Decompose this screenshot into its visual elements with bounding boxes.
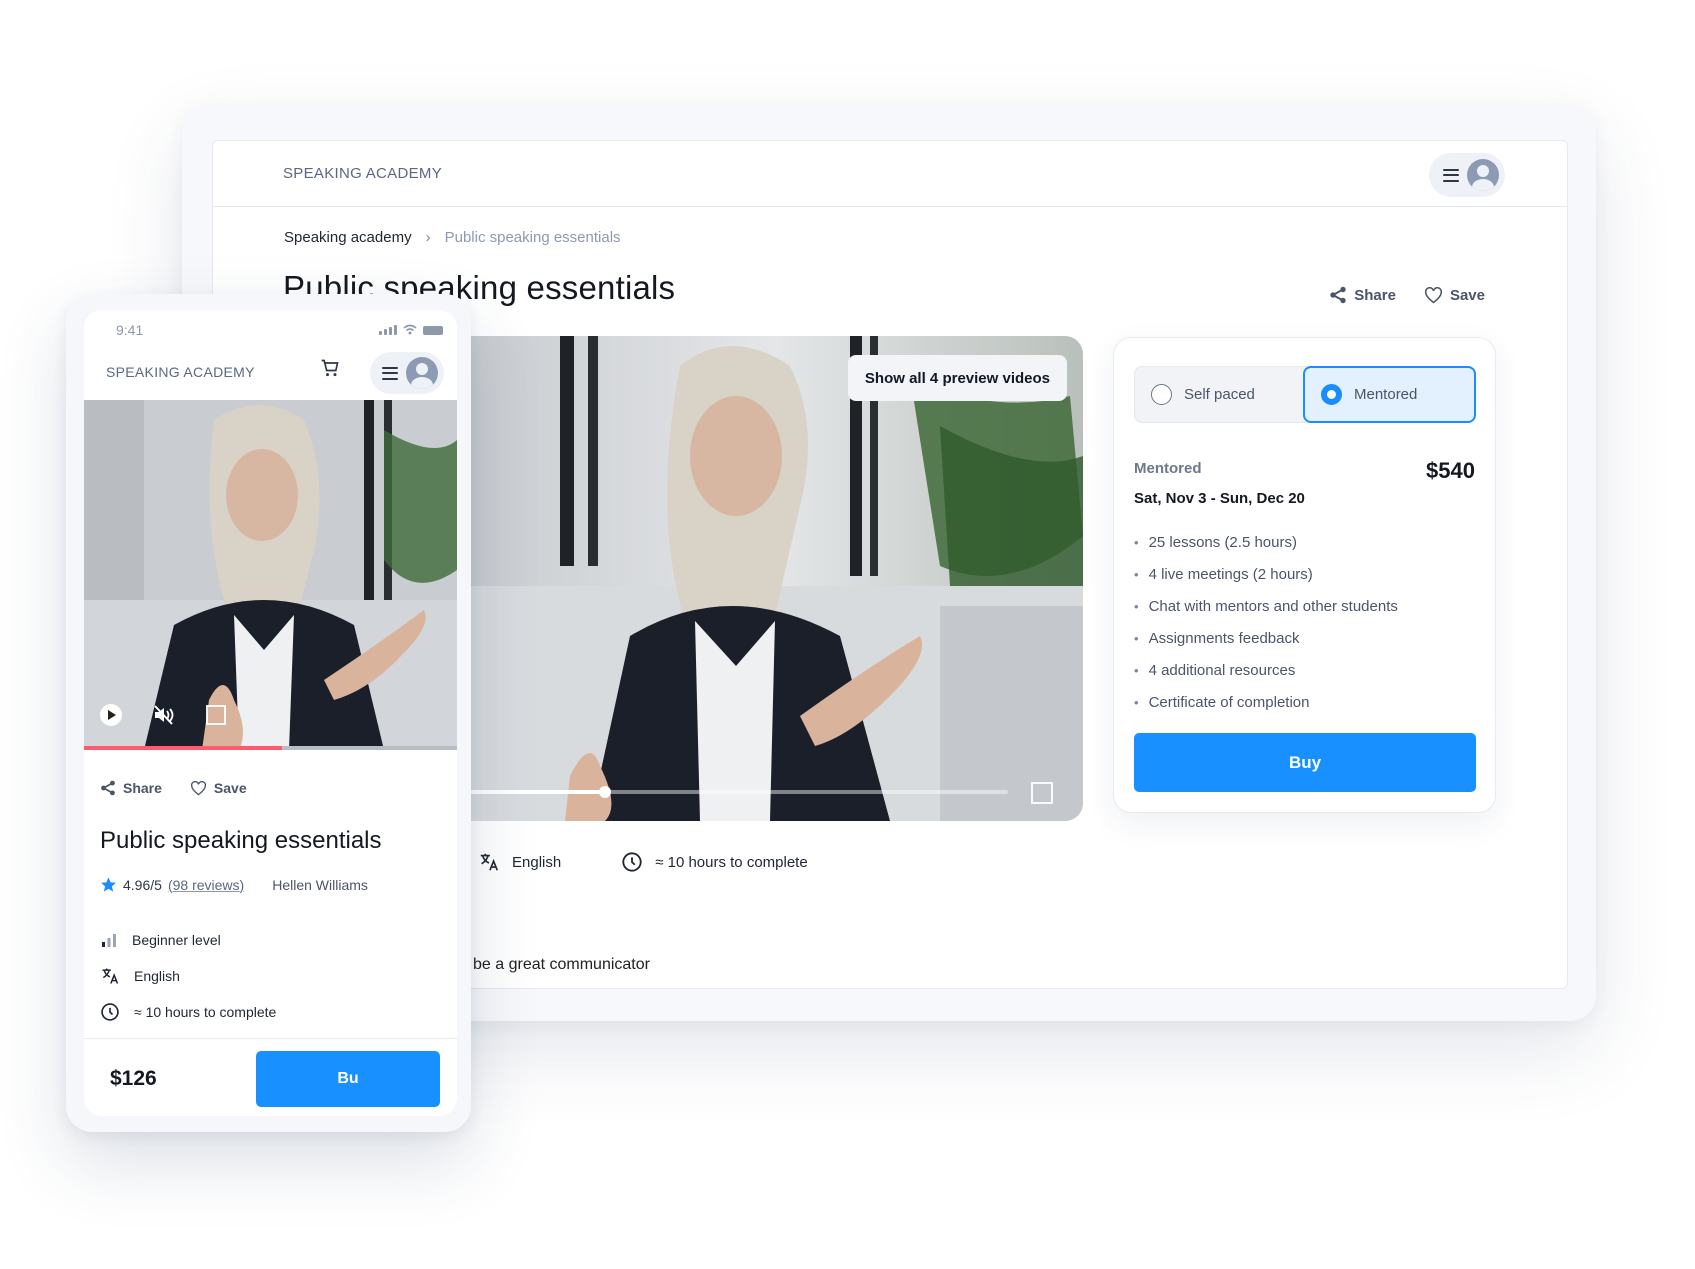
share-icon bbox=[1330, 286, 1346, 304]
preview-video-player[interactable]: Show all 4 preview videos bbox=[470, 336, 1083, 821]
plan-option-self-paced[interactable]: Self paced bbox=[1135, 367, 1304, 422]
video-seek-bar[interactable] bbox=[470, 786, 1008, 798]
rating-value: 4.96/5 bbox=[123, 876, 162, 893]
mobile-video-player[interactable] bbox=[84, 400, 457, 750]
mobile-course-meta: Beginner level English ≈ 10 hours to com… bbox=[100, 922, 276, 1030]
share-label: Share bbox=[1354, 286, 1396, 304]
duration-meta: ≈ 10 hours to complete bbox=[100, 994, 276, 1030]
chevron-right-icon: › bbox=[425, 229, 431, 246]
mobile-page: 9:41 SPEAKING ACADEMY Share Save Public … bbox=[84, 310, 457, 1116]
mobile-account-menu-button[interactable] bbox=[370, 352, 444, 394]
cart-icon[interactable] bbox=[320, 358, 340, 378]
wifi-icon bbox=[403, 324, 417, 335]
level-label: Beginner level bbox=[132, 932, 221, 948]
star-icon bbox=[101, 877, 116, 892]
reviews-paren-close: ) bbox=[239, 876, 245, 893]
feature-item: Chat with mentors and other students bbox=[1134, 590, 1398, 622]
account-menu-button[interactable] bbox=[1429, 153, 1505, 197]
battery-icon bbox=[423, 326, 443, 335]
clock-icon bbox=[622, 852, 642, 872]
breadcrumb-current: Public speaking essentials bbox=[444, 229, 621, 246]
pricing-card: Self paced Mentored Mentored $540 Sat, N… bbox=[1113, 337, 1496, 813]
status-icons bbox=[379, 324, 443, 335]
mobile-share-save-actions: Share Save bbox=[100, 780, 247, 796]
breadcrumb: Speaking academy › Public speaking essen… bbox=[284, 229, 621, 246]
share-button[interactable]: Share bbox=[1329, 286, 1396, 304]
status-time: 9:41 bbox=[116, 322, 144, 338]
plan-option-label: Mentored bbox=[1354, 386, 1418, 403]
plan-features: 25 lessons (2.5 hours) 4 live meetings (… bbox=[1134, 526, 1398, 718]
rating-row: 4.96/5 (98 reviews) Hellen Williams bbox=[100, 876, 368, 893]
plan-dates: Sat, Nov 3 - Sun, Dec 20 bbox=[1134, 490, 1305, 507]
language-meta: English bbox=[100, 958, 276, 994]
radio-checked-icon bbox=[1321, 384, 1342, 405]
course-description: be a great communicator bbox=[473, 956, 650, 973]
feature-item: Certificate of completion bbox=[1134, 686, 1398, 718]
signal-icon bbox=[379, 325, 397, 335]
fullscreen-icon[interactable] bbox=[206, 705, 226, 725]
brand-logo[interactable]: SPEAKING ACADEMY bbox=[283, 165, 442, 182]
plan-label: Mentored bbox=[1134, 460, 1202, 477]
save-label: Save bbox=[1449, 286, 1485, 304]
mobile-price: $126 bbox=[110, 1067, 157, 1090]
mobile-video-progress-fill bbox=[84, 746, 282, 750]
share-label: Share bbox=[123, 780, 162, 796]
share-save-actions: Share Save bbox=[1329, 286, 1485, 304]
reviews-link[interactable]: (98 reviews) bbox=[168, 877, 244, 893]
duration-meta: ≈ 10 hours to complete bbox=[621, 851, 808, 873]
save-button[interactable]: Save bbox=[190, 780, 247, 796]
author-name[interactable]: Hellen Williams bbox=[272, 877, 368, 893]
mobile-purchase-bar: $126 Bu bbox=[84, 1038, 457, 1116]
save-label: Save bbox=[213, 780, 247, 796]
show-preview-videos-button[interactable]: Show all 4 preview videos bbox=[847, 355, 1067, 401]
mute-icon[interactable] bbox=[152, 704, 176, 726]
feature-item: 4 live meetings (2 hours) bbox=[1134, 558, 1398, 590]
desktop-header: SPEAKING ACADEMY bbox=[213, 141, 1567, 207]
video-progress-fill bbox=[470, 790, 605, 794]
avatar bbox=[406, 357, 438, 389]
breadcrumb-parent-link[interactable]: Speaking academy bbox=[284, 229, 412, 246]
share-button[interactable]: Share bbox=[100, 780, 162, 796]
language-label: English bbox=[134, 968, 180, 984]
video-frame-image bbox=[470, 336, 1083, 821]
mobile-buy-button[interactable]: Bu bbox=[256, 1051, 440, 1107]
level-meta: Beginner level bbox=[100, 922, 276, 958]
plan-option-mentored[interactable]: Mentored bbox=[1303, 366, 1476, 423]
mobile-brand-logo[interactable]: SPEAKING ACADEMY bbox=[106, 364, 255, 380]
plan-option-label: Self paced bbox=[1184, 386, 1255, 403]
radio-unchecked-icon bbox=[1151, 384, 1172, 405]
translate-icon bbox=[480, 853, 499, 871]
mobile-video-progress-bar[interactable] bbox=[84, 746, 457, 750]
feature-item: 4 additional resources bbox=[1134, 654, 1398, 686]
language-meta: English bbox=[478, 851, 561, 873]
clock-icon bbox=[101, 1003, 119, 1021]
language-label: English bbox=[512, 853, 562, 871]
heart-icon bbox=[190, 780, 206, 795]
hamburger-icon bbox=[1443, 168, 1459, 182]
duration-label: ≈ 10 hours to complete bbox=[134, 1004, 277, 1020]
level-bars-icon bbox=[102, 934, 116, 947]
translate-icon bbox=[102, 968, 119, 984]
duration-label: ≈ 10 hours to complete bbox=[655, 853, 808, 871]
play-icon[interactable] bbox=[100, 704, 122, 726]
mobile-video-controls bbox=[100, 704, 226, 726]
course-meta: English ≈ 10 hours to complete bbox=[478, 851, 808, 873]
buy-button[interactable]: Buy bbox=[1134, 733, 1476, 792]
share-icon bbox=[101, 780, 115, 796]
plan-price: $540 bbox=[1426, 458, 1475, 483]
heart-icon bbox=[1424, 286, 1442, 303]
feature-item: 25 lessons (2.5 hours) bbox=[1134, 526, 1398, 558]
plan-toggle: Self paced Mentored bbox=[1134, 366, 1476, 423]
fullscreen-icon[interactable] bbox=[1031, 782, 1053, 804]
video-seek-handle[interactable] bbox=[598, 786, 611, 798]
mobile-course-title: Public speaking essentials bbox=[100, 827, 382, 854]
save-button[interactable]: Save bbox=[1424, 286, 1485, 304]
video-frame-image bbox=[84, 400, 457, 750]
avatar bbox=[1467, 159, 1499, 191]
hamburger-icon bbox=[382, 366, 398, 380]
feature-item: Assignments feedback bbox=[1134, 622, 1398, 654]
reviews-count: 98 reviews bbox=[172, 876, 240, 893]
